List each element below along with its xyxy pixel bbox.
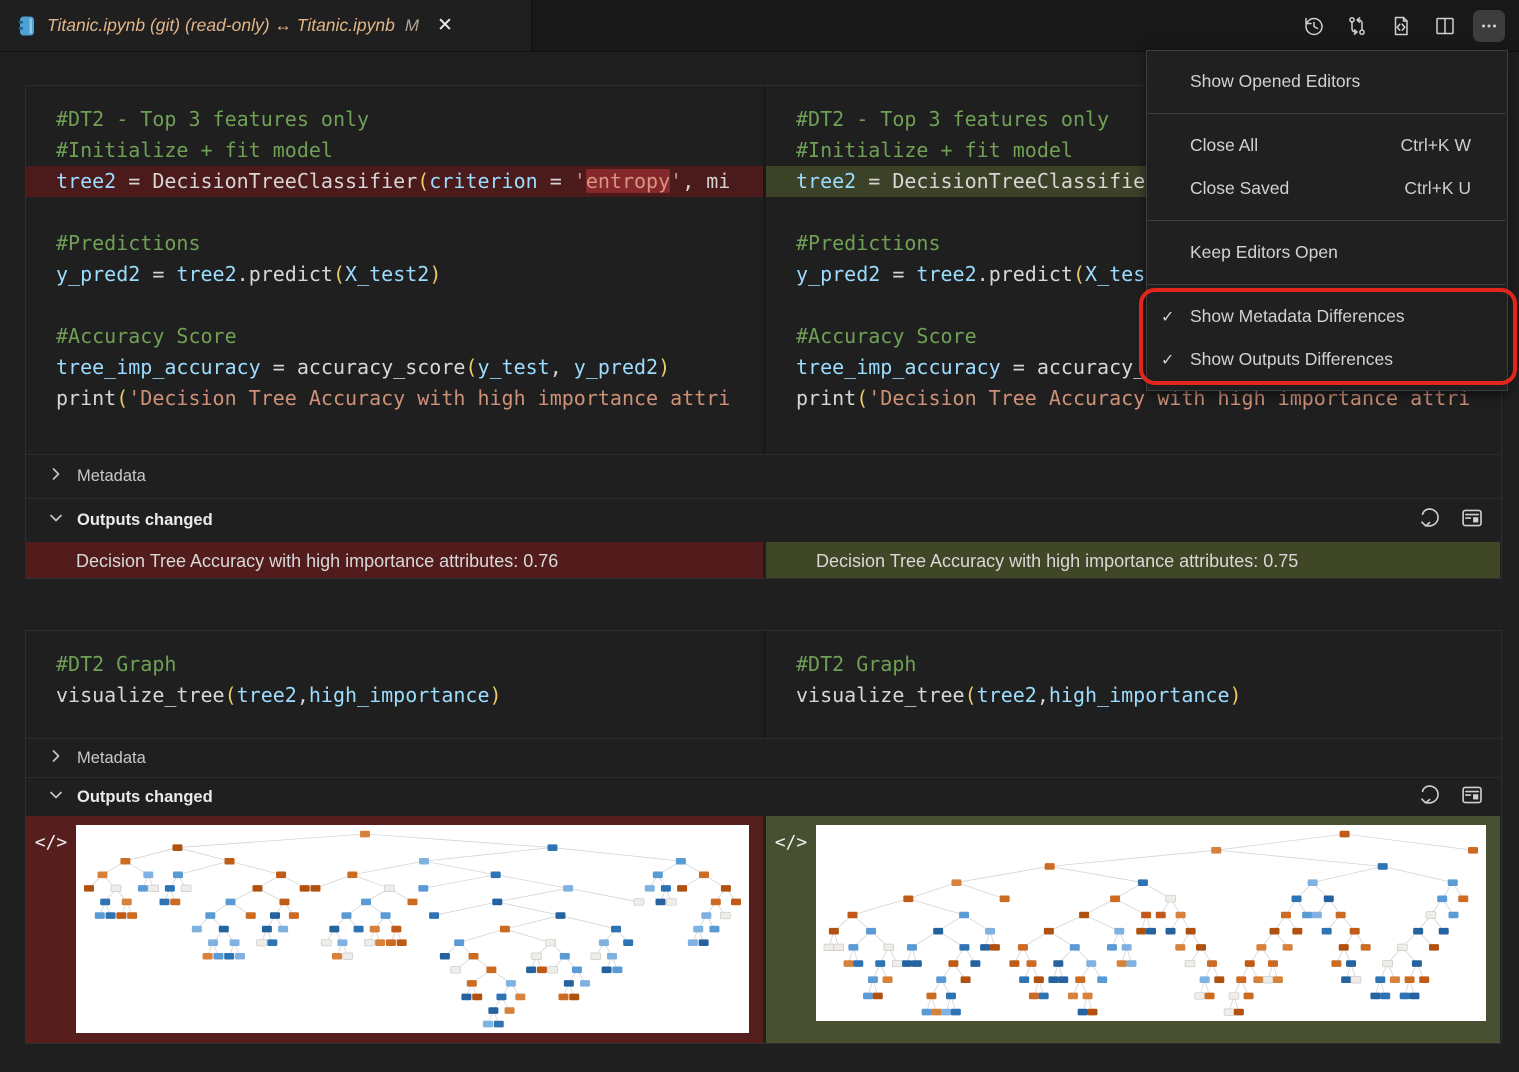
revert-outputs-icon[interactable]: [1418, 782, 1444, 813]
code-line: visualize_tree(tree2,high_importance): [56, 680, 763, 711]
chevron-right-icon[interactable]: [48, 466, 64, 487]
menu-item-label: Keep Editors Open: [1190, 242, 1338, 263]
code-line: #Initialize + fit model: [56, 135, 763, 166]
code-line: tree_imp_accuracy = accuracy_score(y_tes…: [56, 352, 763, 383]
cell-2-code-original[interactable]: #DT2 Graphvisualize_tree(tree2,high_impo…: [26, 631, 763, 738]
code-line: visualize_tree(tree2,high_importance): [796, 680, 1500, 711]
menu-item-label: Close Saved: [1190, 178, 1289, 199]
menu-item-shortcut: Ctrl+K U: [1404, 178, 1491, 199]
embedded-code-icon: </>: [766, 825, 816, 1044]
code-line: #Accuracy Score: [56, 321, 763, 352]
more-actions-icon[interactable]: [1473, 10, 1505, 42]
outputs-changed-label: Outputs changed: [77, 511, 213, 530]
menu-item-close-all[interactable]: Close All Ctrl+K W: [1147, 124, 1507, 167]
compare-changes-icon[interactable]: [1341, 10, 1373, 42]
menu-separator: [1148, 113, 1506, 114]
menu-item-label: Show Outputs Differences: [1190, 349, 1393, 370]
code-line: [56, 197, 763, 228]
cell-2-code-modified[interactable]: #DT2 Graphvisualize_tree(tree2,high_impo…: [763, 631, 1500, 738]
menu-item-label: Show Opened Editors: [1190, 71, 1360, 92]
split-editor-icon[interactable]: [1429, 10, 1461, 42]
close-tab-icon[interactable]: ✕: [437, 14, 453, 37]
open-output-view-icon[interactable]: [1459, 505, 1485, 536]
checkmark-icon: ✓: [1161, 350, 1190, 370]
menu-item-show-opened-editors[interactable]: Show Opened Editors: [1147, 60, 1507, 103]
modified-badge: M: [405, 16, 419, 36]
code-line: #Predictions: [56, 228, 763, 259]
menu-separator: [1148, 220, 1506, 221]
cell-1-metadata-row[interactable]: Metadata: [26, 454, 1501, 498]
chevron-down-icon[interactable]: [48, 510, 64, 531]
revert-outputs-icon[interactable]: [1418, 505, 1444, 536]
decision-tree-image: [816, 825, 1486, 1021]
code-line: #DT2 Graph: [56, 649, 763, 680]
open-output-view-icon[interactable]: [1459, 782, 1485, 813]
output-image-modified: </>: [763, 816, 1500, 1044]
embedded-code-icon: </>: [26, 825, 76, 1044]
menu-item-show-outputs-differences[interactable]: ✓Show Outputs Differences: [1147, 338, 1507, 381]
chevron-right-icon[interactable]: [48, 748, 64, 769]
code-line: [56, 290, 763, 321]
checkmark-icon: ✓: [1161, 307, 1190, 327]
cell-2-metadata-row[interactable]: Metadata: [26, 738, 1501, 777]
notebook-file-icon: [16, 14, 37, 38]
history-icon[interactable]: [1297, 10, 1329, 42]
tab-title: Titanic.ipynb (git) (read-only) ↔ Titani…: [47, 15, 395, 36]
editor-actions-menu: Show Opened EditorsClose AllCtrl+K WClos…: [1146, 50, 1508, 391]
editor-toolbar: [1297, 0, 1519, 51]
cell-1-code-original[interactable]: #DT2 - Top 3 features only#Initialize + …: [26, 86, 763, 454]
code-line: print('Decision Tree Accuracy with high …: [56, 383, 763, 414]
code-line: tree2 = DecisionTreeClassifier(criterion…: [26, 166, 763, 197]
output-image-original: </>: [26, 816, 763, 1044]
metadata-label: Metadata: [77, 467, 146, 486]
code-line: #DT2 Graph: [796, 649, 1500, 680]
menu-item-close-saved[interactable]: Close Saved Ctrl+K U: [1147, 167, 1507, 210]
notebook-cell-2: #DT2 Graphvisualize_tree(tree2,high_impo…: [25, 630, 1502, 1044]
cell-1-output-diff: Decision Tree Accuracy with high importa…: [26, 542, 1501, 579]
menu-separator: [1148, 284, 1506, 285]
menu-item-label: Close All: [1190, 135, 1258, 156]
outputs-changed-label: Outputs changed: [77, 788, 213, 807]
cell-2-output-diff: </> </>: [26, 816, 1501, 1044]
menu-item-label: Show Metadata Differences: [1190, 306, 1405, 327]
code-line: y_pred2 = tree2.predict(X_test2): [56, 259, 763, 290]
output-text-modified: Decision Tree Accuracy with high importa…: [763, 542, 1500, 579]
chevron-down-icon[interactable]: [48, 787, 64, 808]
diff-editor-tab[interactable]: Titanic.ipynb (git) (read-only) ↔ Titani…: [0, 0, 532, 51]
editor-tab-bar: Titanic.ipynb (git) (read-only) ↔ Titani…: [0, 0, 1519, 52]
menu-item-shortcut: Ctrl+K W: [1401, 135, 1492, 156]
menu-item-show-metadata-differences[interactable]: ✓Show Metadata Differences: [1147, 295, 1507, 338]
open-file-icon[interactable]: [1385, 10, 1417, 42]
output-text-original: Decision Tree Accuracy with high importa…: [26, 542, 763, 579]
cell-2-code-diff: #DT2 Graphvisualize_tree(tree2,high_impo…: [26, 631, 1501, 738]
menu-item-keep-editors-open[interactable]: Keep Editors Open: [1147, 231, 1507, 274]
cell-1-outputs-row[interactable]: Outputs changed: [26, 498, 1501, 542]
decision-tree-image: [76, 825, 749, 1033]
cell-2-outputs-row[interactable]: Outputs changed: [26, 777, 1501, 816]
vscode-diff-editor-window: Titanic.ipynb (git) (read-only) ↔ Titani…: [0, 0, 1519, 1072]
code-line: #DT2 - Top 3 features only: [56, 104, 763, 135]
metadata-label: Metadata: [77, 749, 146, 768]
